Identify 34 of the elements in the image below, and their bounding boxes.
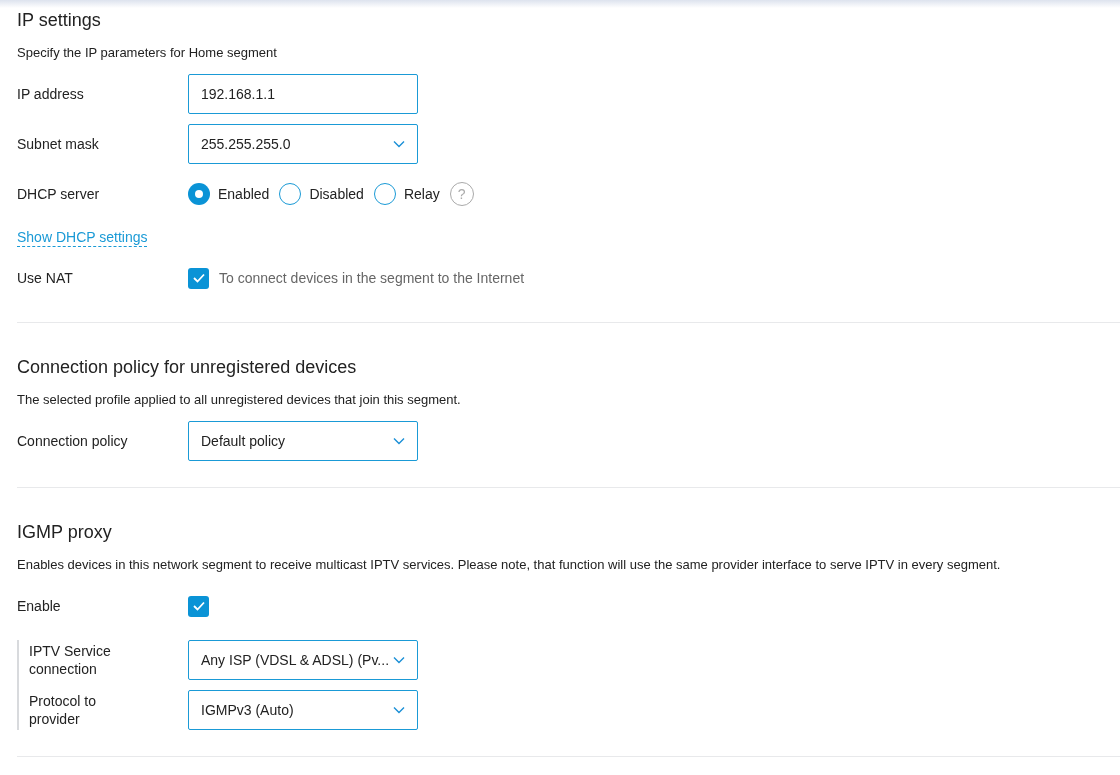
field-label: Connection policy: [17, 432, 129, 450]
radio-button[interactable]: [279, 183, 302, 205]
radio-button[interactable]: [373, 183, 396, 205]
dropdown-select[interactable]: 255.255.255.0: [188, 124, 418, 164]
section-title: Connection policy for unregistered devices: [17, 356, 358, 379]
section-title: IP settings: [17, 9, 102, 32]
ip-address-field[interactable]: 192.168.1.1: [188, 74, 418, 114]
dropdown-select[interactable]: Default policy: [188, 421, 418, 461]
section-description: Enables devices in this network segment to receive multicast IPTV services. Please note, that function will use the same provider interface to serve IPTV in every segment.: [17, 556, 1002, 574]
chevron-down-icon: [393, 140, 405, 148]
dropdown-select[interactable]: Any ISP (VDSL & ADSL) (Pv...: [188, 640, 418, 680]
checkmark-icon: [192, 601, 205, 611]
radio-label: Enabled: [218, 184, 270, 204]
field-label: Subnet mask: [17, 135, 100, 153]
checkbox[interactable]: [188, 267, 209, 289]
field-label: DHCP server: [17, 186, 100, 202]
chevron-down-icon: [393, 656, 405, 664]
section-title: IGMP proxy: [17, 521, 113, 544]
checkbox[interactable]: [188, 595, 209, 617]
dropdown-select[interactable]: IGMPv3 (Auto): [188, 690, 418, 730]
field-label: IP address: [17, 85, 85, 103]
checkmark-icon: [192, 273, 205, 283]
field-label: Use NAT: [17, 270, 73, 286]
radio-button[interactable]: [188, 183, 210, 205]
radio-label: Relay: [403, 184, 440, 204]
field-label: IPTV Service connection: [29, 642, 112, 678]
checkbox-hint: To connect devices in the segment to the Internet: [219, 268, 525, 288]
chevron-down-icon: [393, 437, 405, 445]
field-label: Protocol to provider: [29, 692, 97, 728]
chevron-down-icon: [393, 706, 405, 714]
section-description: Specify the IP parameters for Home segment: [17, 44, 278, 62]
section-description: The selected profile applied to all unregistered devices that join this segment.: [17, 391, 462, 409]
radio-label: Disabled: [309, 184, 364, 204]
field-label: Enable: [17, 598, 61, 614]
